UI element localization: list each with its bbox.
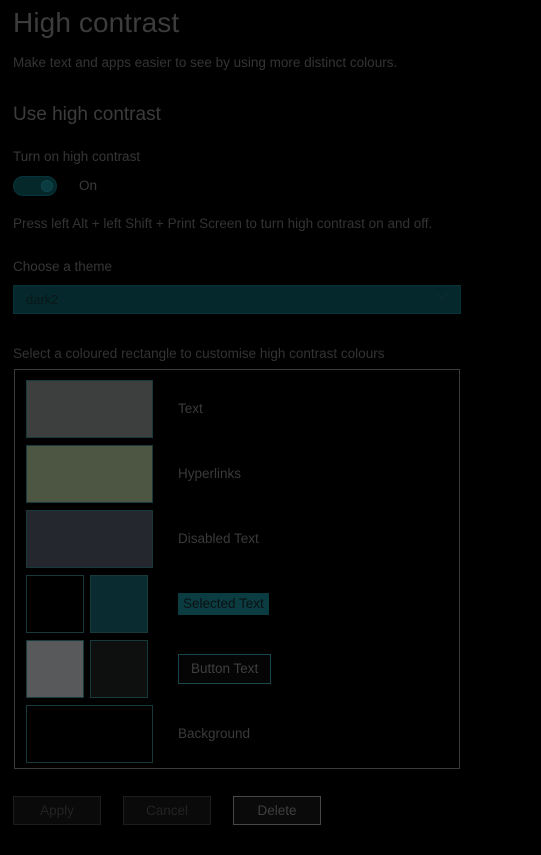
swatch-label[interactable]: Button Text	[178, 653, 272, 684]
colour-swatch[interactable]	[90, 639, 148, 698]
swatch-instruction-text: Select a coloured rectangle to customise…	[13, 346, 385, 361]
swatch-row: Button Text	[15, 636, 459, 701]
section-heading-use-high-contrast: Use high contrast	[13, 104, 161, 125]
cancel-button: Cancel	[123, 796, 211, 825]
swatch-cells	[15, 376, 155, 441]
swatch-row: Hyperlinks	[15, 441, 459, 506]
swatch-row: Selected Text	[15, 571, 459, 636]
swatch-label: Disabled Text	[178, 530, 259, 546]
swatch-label: Background	[178, 725, 251, 741]
colour-swatch[interactable]	[26, 509, 153, 568]
swatch-label: Selected Text	[178, 592, 269, 615]
colour-swatch[interactable]	[26, 704, 153, 763]
delete-button[interactable]: Delete	[233, 796, 321, 825]
apply-button: Apply	[13, 796, 101, 825]
high-contrast-settings-page: High contrast Make text and apps easier …	[0, 0, 541, 855]
colour-swatch[interactable]	[26, 444, 153, 503]
swatch-row: Text	[15, 376, 459, 441]
page-title: High contrast	[13, 7, 180, 38]
swatch-cells	[15, 506, 155, 571]
swatch-label: Text	[178, 400, 203, 416]
theme-select[interactable]: dark2	[13, 285, 461, 314]
high-contrast-toggle-row: On	[13, 176, 97, 196]
colour-swatch[interactable]	[26, 574, 84, 633]
swatch-label: Hyperlinks	[178, 465, 242, 481]
swatch-row: Background	[15, 701, 459, 766]
toggle-state-label: On	[79, 178, 98, 193]
theme-select-value: dark2	[26, 291, 59, 307]
colour-swatch[interactable]	[26, 639, 84, 698]
colour-swatch[interactable]	[90, 574, 148, 633]
swatch-cells	[15, 441, 155, 506]
swatch-row: Disabled Text	[15, 506, 459, 571]
chevron-down-icon	[437, 294, 448, 305]
page-subtitle: Make text and apps easier to see by usin…	[13, 55, 398, 70]
shortcut-hint-text: Press left Alt + left Shift + Print Scre…	[13, 216, 433, 231]
action-button-row: Apply Cancel Delete	[13, 796, 321, 825]
colour-swatch[interactable]	[26, 379, 153, 438]
toggle-knob-icon	[42, 181, 52, 191]
swatch-cells	[15, 636, 155, 701]
swatch-cells	[15, 571, 155, 636]
colour-swatch-panel: Text Hyperlinks Disabled Text Selected Text…	[14, 369, 460, 769]
theme-label: Choose a theme	[13, 259, 113, 274]
toggle-label: Turn on high contrast	[13, 149, 141, 164]
high-contrast-toggle[interactable]	[13, 176, 57, 196]
swatch-cells	[15, 701, 155, 766]
